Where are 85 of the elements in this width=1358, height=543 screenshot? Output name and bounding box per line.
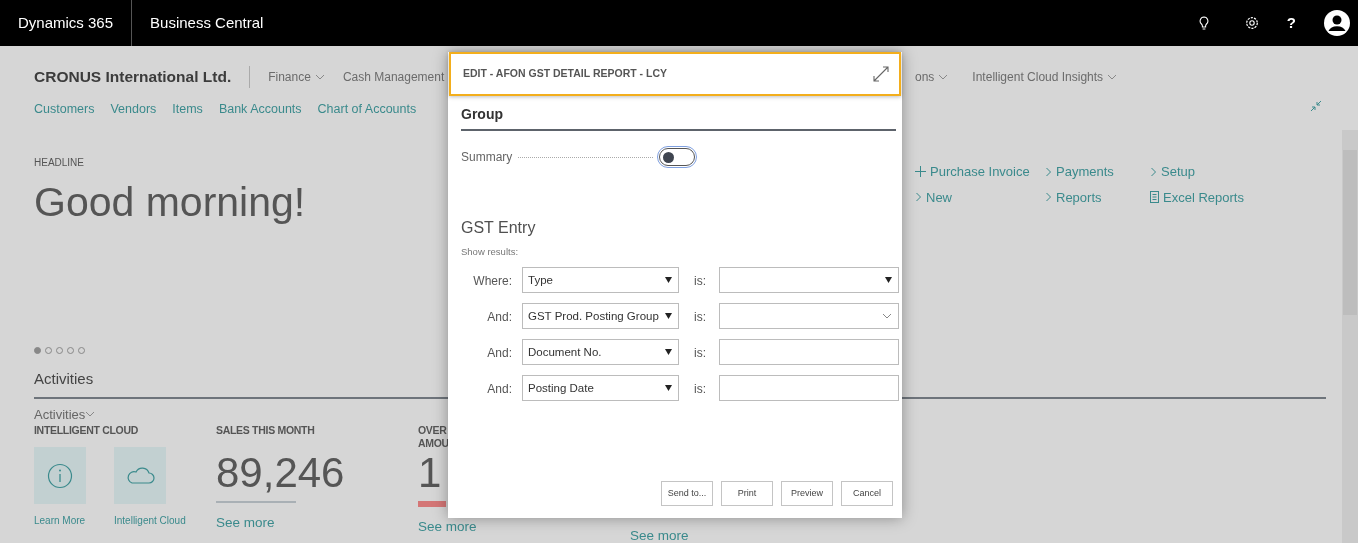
tile[interactable] — [114, 447, 166, 505]
field-select[interactable]: Document No. — [522, 339, 679, 366]
field-select[interactable]: GST Prod. Posting Group — [522, 303, 679, 330]
section-title: GST Entry — [461, 218, 536, 238]
filter-connector: And: — [486, 309, 513, 327]
dropdown-arrow-icon — [665, 349, 672, 356]
chevron-right-icon — [915, 192, 922, 203]
value-field[interactable] — [719, 303, 899, 330]
chevron-down-icon — [882, 312, 892, 321]
tile[interactable] — [34, 447, 86, 505]
chevron-right-icon — [1150, 166, 1157, 177]
quick-link[interactable]: Bank Accounts — [218, 100, 302, 119]
action-link[interactable]: Setup — [1150, 162, 1280, 182]
filter-connector: And: — [486, 381, 513, 399]
action-link[interactable]: Purchase Invoice — [915, 162, 1045, 182]
headline-text: Good morning! — [34, 182, 306, 223]
scrollbar[interactable] — [1342, 130, 1358, 543]
menu-item[interactable]: Intelligent Cloud Insights — [972, 68, 1118, 86]
dropdown-arrow-icon — [665, 313, 672, 320]
see-more-link[interactable]: See more — [630, 527, 689, 543]
cue-title: OVER — [418, 424, 447, 438]
group-title: Group — [461, 96, 896, 131]
tile-label[interactable]: Learn More — [34, 513, 86, 529]
chevron-down-icon — [938, 73, 949, 81]
group-toggle[interactable]: Activities — [34, 404, 96, 424]
quick-link[interactable]: Items — [172, 100, 203, 119]
action-link[interactable]: Reports — [1045, 187, 1150, 207]
avatar-icon[interactable] — [1324, 10, 1350, 36]
filter-connector: And: — [486, 345, 513, 363]
cue-value[interactable]: 89,246 — [216, 452, 345, 495]
collapse-icon[interactable] — [1310, 100, 1322, 112]
app-name: Business Central — [149, 12, 265, 33]
cue-title: SALES THIS MONTH — [216, 424, 315, 438]
value-field[interactable] — [719, 267, 899, 294]
value-field[interactable] — [719, 375, 899, 402]
menu-item[interactable]: ons — [915, 68, 949, 86]
filter-operator: is: — [693, 273, 707, 291]
chevron-right-icon — [1045, 192, 1052, 203]
document-icon — [1150, 191, 1159, 204]
filter-connector: Where: — [472, 273, 513, 291]
dropdown-arrow-icon — [885, 277, 892, 284]
action-link[interactable]: New — [915, 187, 1045, 207]
help-button[interactable]: ? — [1272, 0, 1310, 46]
settings-icon[interactable] — [1244, 16, 1259, 30]
dialog-title: EDIT - AFON GST DETAIL REPORT - LCY — [463, 66, 667, 82]
carousel-dot[interactable] — [34, 347, 41, 354]
chevron-down-icon — [85, 410, 96, 419]
cue-title: INTELLIGENT CLOUD — [34, 424, 138, 438]
action-link[interactable]: Payments — [1045, 162, 1150, 182]
quick-link[interactable]: Vendors — [110, 100, 157, 119]
cue-value[interactable]: 1 — [418, 452, 442, 495]
filter-caption: Show results: — [461, 245, 519, 259]
filter-operator: is: — [693, 345, 707, 363]
dialog-button[interactable]: Preview — [781, 480, 833, 506]
see-more-link[interactable]: See more — [216, 514, 275, 532]
dropdown-arrow-icon — [665, 277, 672, 284]
info-icon — [47, 462, 73, 489]
field-select[interactable]: Posting Date — [522, 375, 679, 402]
dialog-button[interactable]: Print — [721, 480, 773, 506]
quick-link[interactable]: Chart of Accounts — [317, 100, 417, 119]
section-title: Activities — [34, 369, 94, 389]
toggle-switch[interactable] — [659, 148, 696, 166]
action-link[interactable]: Excel Reports — [1150, 187, 1280, 207]
dialog-button[interactable]: Cancel — [841, 480, 893, 506]
plus-icon — [915, 166, 926, 178]
headline-caption: HEADLINE — [34, 156, 84, 170]
filter-operator: is: — [693, 381, 707, 399]
filter-operator: is: — [693, 309, 707, 327]
dialog-button[interactable]: Send to... — [661, 480, 713, 506]
dropdown-arrow-icon — [665, 385, 672, 392]
see-more-link[interactable]: See more — [418, 518, 477, 536]
chevron-down-icon — [314, 72, 325, 81]
menu-item[interactable]: Finance — [268, 67, 325, 86]
chevron-right-icon — [1045, 166, 1052, 177]
company-name[interactable]: CRONUS International Ltd. — [34, 65, 232, 89]
menu-item[interactable]: Cash Management — [342, 67, 445, 86]
chevron-down-icon — [1107, 73, 1118, 81]
quick-link[interactable]: Customers — [34, 100, 95, 119]
cue-title: AMOU — [418, 437, 449, 451]
tile-label[interactable]: Intelligent Cloud — [114, 513, 186, 529]
option-label: Summary — [461, 149, 513, 166]
lightbulb-icon[interactable] — [1198, 15, 1209, 31]
field-select[interactable]: Type — [522, 267, 679, 294]
value-field[interactable] — [719, 339, 899, 366]
expand-icon[interactable] — [873, 66, 889, 82]
